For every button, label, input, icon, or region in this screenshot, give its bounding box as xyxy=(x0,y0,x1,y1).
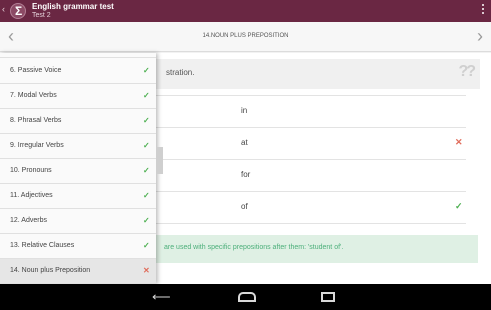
drawer-item-relative-clauses[interactable]: 13. Relative Clauses ✓ xyxy=(0,234,156,259)
option-text: of xyxy=(241,202,248,211)
recent-apps-icon[interactable] xyxy=(321,289,335,302)
app-bar: ‹ Σ English grammar test Test 2 xyxy=(0,0,491,22)
system-nav-bar: ⟵ xyxy=(0,284,491,310)
drawer-item-irregular-verbs[interactable]: 9. Irregular Verbs ✓ xyxy=(0,134,156,159)
app-title: English grammar test xyxy=(32,2,114,11)
answer-option[interactable]: of ✓ xyxy=(150,191,466,223)
drawer-previous-item-edge xyxy=(0,53,156,58)
check-icon: ✓ xyxy=(143,216,150,225)
divider xyxy=(150,223,466,224)
question-header: ‹ 14.NOUN PLUS PREPOSITION › xyxy=(0,22,491,52)
topics-drawer: 6. Passive Voice ✓ 7. Modal Verbs ✓ 8. P… xyxy=(0,53,156,284)
question-marks-icon[interactable]: ?? xyxy=(458,63,475,81)
option-text: for xyxy=(241,170,251,179)
check-icon: ✓ xyxy=(143,241,150,250)
logo-glyph: Σ xyxy=(15,4,23,18)
option-text: in xyxy=(241,106,248,115)
drawer-item-label: 10. Pronouns xyxy=(10,167,52,174)
answer-option[interactable]: at ✕ xyxy=(150,127,466,159)
drawer-item-label: 6. Passive Voice xyxy=(10,67,62,74)
drawer-item-label: 9. Irregular Verbs xyxy=(10,142,64,149)
option-text: at xyxy=(241,138,248,147)
check-icon: ✓ xyxy=(455,201,463,211)
drawer-item-label: 11. Adjectives xyxy=(10,192,53,199)
cross-icon: ✕ xyxy=(143,266,150,275)
home-icon[interactable] xyxy=(238,289,256,302)
check-icon: ✓ xyxy=(143,66,150,75)
back-arrow-icon[interactable]: ⟵ xyxy=(152,289,171,305)
explanation-box: are used with specific prepositions afte… xyxy=(150,235,478,263)
cross-icon: ✕ xyxy=(455,137,463,147)
drawer-item-label: 12. Adverbs xyxy=(10,217,47,224)
drawer-item-label: 14. Noun plus Preposition xyxy=(10,267,91,274)
instruction-text: stration. xyxy=(166,68,195,77)
app-logo-icon[interactable]: Σ xyxy=(10,3,26,19)
back-icon[interactable]: ‹ xyxy=(2,4,5,14)
app-subtitle: Test 2 xyxy=(32,12,51,19)
drawer-item-adverbs[interactable]: 12. Adverbs ✓ xyxy=(0,209,156,234)
chevron-right-icon[interactable]: › xyxy=(477,26,483,46)
overflow-menu-icon[interactable] xyxy=(481,4,485,18)
drawer-item-passive-voice[interactable]: 6. Passive Voice ✓ xyxy=(0,59,156,84)
drawer-item-noun-plus-preposition[interactable]: 14. Noun plus Preposition ✕ xyxy=(0,259,156,284)
check-icon: ✓ xyxy=(143,141,150,150)
drawer-item-phrasal-verbs[interactable]: 8. Phrasal Verbs ✓ xyxy=(0,109,156,134)
drawer-item-pronouns[interactable]: 10. Pronouns ✓ xyxy=(0,159,156,184)
check-icon: ✓ xyxy=(143,91,150,100)
instruction-box: stration. ?? xyxy=(150,59,480,89)
drawer-item-adjectives[interactable]: 11. Adjectives ✓ xyxy=(0,184,156,209)
check-icon: ✓ xyxy=(143,166,150,175)
question-title: 14.NOUN PLUS PREPOSITION xyxy=(202,33,289,39)
answer-option[interactable]: for xyxy=(150,159,466,191)
check-icon: ✓ xyxy=(143,116,150,125)
drawer-item-label: 8. Phrasal Verbs xyxy=(10,117,62,124)
drawer-item-label: 7. Modal Verbs xyxy=(10,92,57,99)
check-icon: ✓ xyxy=(143,191,150,200)
drawer-scrollbar[interactable] xyxy=(156,147,163,174)
explanation-text: are used with specific prepositions afte… xyxy=(164,244,344,251)
drawer-item-modal-verbs[interactable]: 7. Modal Verbs ✓ xyxy=(0,84,156,109)
drawer-item-label: 13. Relative Clauses xyxy=(10,242,75,249)
answer-option[interactable]: in xyxy=(150,95,466,127)
